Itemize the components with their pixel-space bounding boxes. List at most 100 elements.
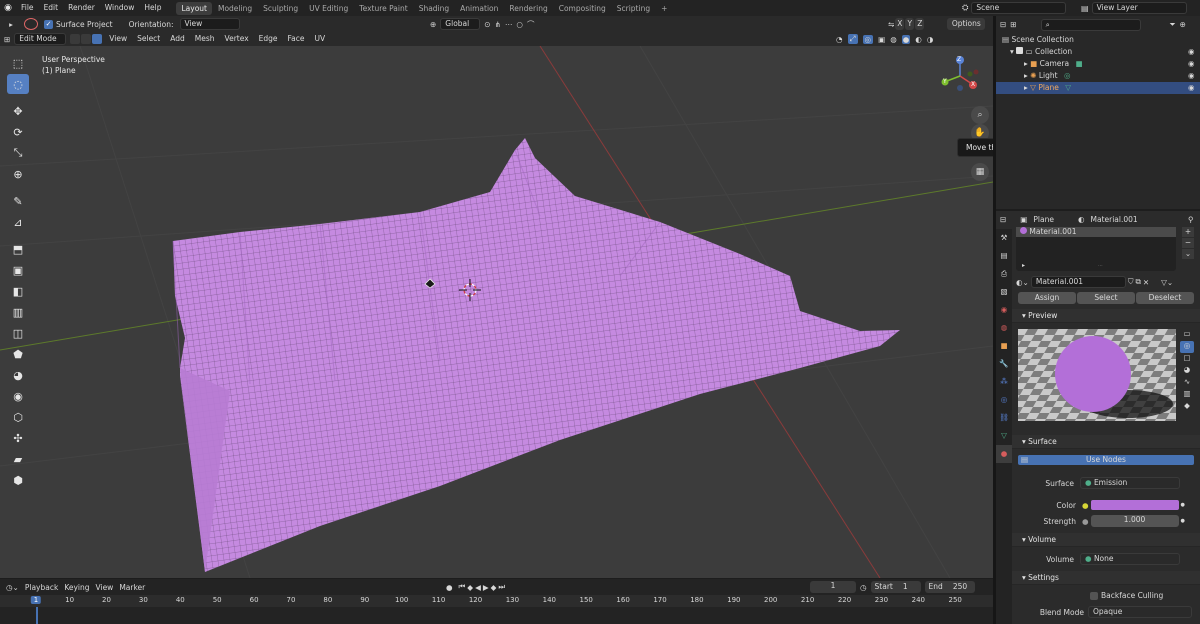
- material-shading-icon[interactable]: ◐: [915, 35, 922, 44]
- new-collection-icon[interactable]: ⊕: [1180, 20, 1186, 29]
- visibility-eye-icon[interactable]: ◉: [1188, 82, 1195, 94]
- extrude-icon[interactable]: ⬒: [7, 239, 29, 259]
- loop-cut-icon[interactable]: ▥: [7, 302, 29, 322]
- options-dropdown[interactable]: Options: [947, 18, 986, 30]
- viewport-canvas[interactable]: [0, 46, 993, 578]
- snap-target-icon[interactable]: ⋯: [505, 20, 513, 29]
- frame-ruler[interactable]: 1 10 20 30 40 50 60 70 80 90 100 110 120 130 140 150 160…: [0, 595, 993, 607]
- shear-icon[interactable]: ▰: [7, 449, 29, 469]
- menu-uv[interactable]: UV: [311, 32, 328, 46]
- tab-layout[interactable]: Layout: [176, 1, 212, 15]
- remove-slot-icon[interactable]: −: [1182, 238, 1194, 248]
- tool-tab-icon[interactable]: ⚒: [996, 229, 1012, 247]
- tab-scripting[interactable]: Scripting: [612, 2, 655, 15]
- visibility-eye-icon[interactable]: ◉: [1188, 58, 1195, 70]
- mirror-y-toggle[interactable]: Y: [905, 18, 915, 30]
- object-tab-icon[interactable]: ■: [996, 337, 1012, 355]
- edge-select-icon[interactable]: [81, 34, 92, 44]
- select-box-icon[interactable]: ▸: [4, 20, 18, 29]
- preview-range-icon[interactable]: ◷: [860, 583, 867, 592]
- jump-start-icon[interactable]: ⏮: [459, 582, 466, 592]
- use-nodes-button[interactable]: ▤ Use Nodes: [1018, 455, 1194, 465]
- transform-orientation-dropdown[interactable]: Global: [440, 18, 481, 30]
- xray-toggle-icon[interactable]: ▣: [878, 35, 885, 44]
- measure-icon[interactable]: ⊿: [7, 212, 29, 232]
- blender-logo-icon[interactable]: ◉: [0, 3, 16, 13]
- transform-icon[interactable]: ⊕: [7, 164, 29, 184]
- visibility-eye-icon[interactable]: ◉: [1188, 46, 1195, 58]
- preview-monkey-icon[interactable]: ◕: [1180, 365, 1194, 377]
- modifier-tab-icon[interactable]: 🔧: [996, 355, 1012, 373]
- poly-build-icon[interactable]: ⬟: [7, 344, 29, 364]
- preview-hair-icon[interactable]: ∿: [1180, 377, 1194, 389]
- deselect-button[interactable]: Deselect: [1136, 292, 1194, 304]
- menu-marker[interactable]: Marker: [119, 583, 145, 592]
- solid-shading-icon[interactable]: ●: [901, 34, 911, 44]
- bevel-icon[interactable]: ◧: [7, 281, 29, 301]
- shrink-fatten-icon[interactable]: ✣: [7, 428, 29, 448]
- spin-icon[interactable]: ◕: [7, 365, 29, 385]
- slot-menu-icon[interactable]: ⌄: [1182, 249, 1194, 259]
- move-icon[interactable]: ✥: [7, 101, 29, 121]
- proportional-edit-icon[interactable]: ○: [516, 20, 523, 29]
- preview-fluid-icon[interactable]: ◆: [1180, 401, 1194, 413]
- editor-type-icon[interactable]: ⊞: [4, 35, 10, 44]
- smooth-icon[interactable]: ◉: [7, 386, 29, 406]
- outliner-item-scene-collection[interactable]: ▤ Scene Collection: [996, 34, 1200, 46]
- scale-icon[interactable]: ⤡: [7, 143, 29, 163]
- particles-tab-icon[interactable]: ⁂: [996, 373, 1012, 391]
- timeline-editor-icon[interactable]: ◷⌄: [6, 583, 19, 592]
- next-keyframe-icon[interactable]: ◆: [491, 583, 497, 592]
- snap-icon[interactable]: ⋔: [495, 20, 501, 29]
- add-slot-icon[interactable]: +: [1182, 227, 1194, 237]
- material-tab-icon[interactable]: ●: [996, 445, 1012, 463]
- preview-header[interactable]: ▾ Preview: [1012, 309, 1200, 323]
- rendered-shading-icon[interactable]: ◑: [927, 35, 934, 44]
- menu-edge[interactable]: Edge: [256, 32, 281, 46]
- color-swatch[interactable]: [1090, 500, 1179, 510]
- overlay-toggle-icon[interactable]: ◎: [862, 34, 874, 44]
- menu-keying[interactable]: Keying: [64, 583, 89, 592]
- menu-playback[interactable]: Playback: [25, 583, 58, 592]
- menu-select[interactable]: Select: [134, 32, 163, 46]
- physics-tab-icon[interactable]: ◎: [996, 391, 1012, 409]
- scene-field[interactable]: Scene: [971, 2, 1067, 14]
- menu-mesh[interactable]: Mesh: [192, 32, 218, 46]
- visibility-eye-icon[interactable]: ◉: [1188, 70, 1195, 82]
- outliner-item-plane[interactable]: ▸ ▽ Plane ▽ ◉: [996, 82, 1200, 94]
- inset-icon[interactable]: ▣: [7, 260, 29, 280]
- menu-vertex[interactable]: Vertex: [222, 32, 252, 46]
- expand-icon[interactable]: ▸: [1022, 262, 1025, 269]
- jump-end-icon[interactable]: ⏭: [498, 582, 505, 592]
- data-tab-icon[interactable]: ▽: [996, 427, 1012, 445]
- tab-compositing[interactable]: Compositing: [554, 2, 611, 15]
- outliner-item-camera[interactable]: ▸ ■ Camera ■ ◉: [996, 58, 1200, 70]
- expand-icon[interactable]: ▸: [1024, 59, 1028, 68]
- orientation-dropdown[interactable]: View: [179, 18, 240, 30]
- start-frame-field[interactable]: Start 1: [870, 581, 921, 593]
- mirror-z-toggle[interactable]: Z: [915, 18, 925, 30]
- constraints-tab-icon[interactable]: ⛓: [996, 409, 1012, 427]
- menu-add[interactable]: Add: [167, 32, 188, 46]
- world-tab-icon[interactable]: ◍: [996, 319, 1012, 337]
- visibility-icon[interactable]: ◔: [836, 35, 843, 44]
- menu-window[interactable]: Window: [100, 0, 140, 16]
- filter-icon[interactable]: ⏷: [1170, 20, 1176, 30]
- unlink-material-icon[interactable]: ✕: [1143, 278, 1149, 287]
- view-layer-field[interactable]: View Layer: [1091, 2, 1187, 14]
- expand-icon[interactable]: ▸: [1024, 83, 1028, 92]
- resize-handle-icon[interactable]: ⋯: [1098, 263, 1103, 269]
- tab-animation[interactable]: Animation: [455, 2, 503, 15]
- vertex-select-icon[interactable]: [70, 34, 81, 44]
- volume-shader-field[interactable]: ● None: [1080, 553, 1180, 565]
- render-tab-icon[interactable]: ▤: [996, 247, 1012, 265]
- mirror-x-toggle[interactable]: X: [895, 18, 905, 30]
- pin-icon[interactable]: ⚲: [1188, 215, 1194, 224]
- select-box-icon[interactable]: ⬚: [7, 53, 29, 73]
- pivot-point-icon[interactable]: ⊙: [484, 20, 490, 29]
- surface-header[interactable]: ▾ Surface: [1012, 435, 1200, 449]
- menu-view[interactable]: View: [106, 32, 130, 46]
- menu-help[interactable]: Help: [139, 0, 166, 16]
- material-slot-row[interactable]: Material.001: [1016, 227, 1176, 237]
- preview-cloth-icon[interactable]: ▥: [1180, 389, 1194, 401]
